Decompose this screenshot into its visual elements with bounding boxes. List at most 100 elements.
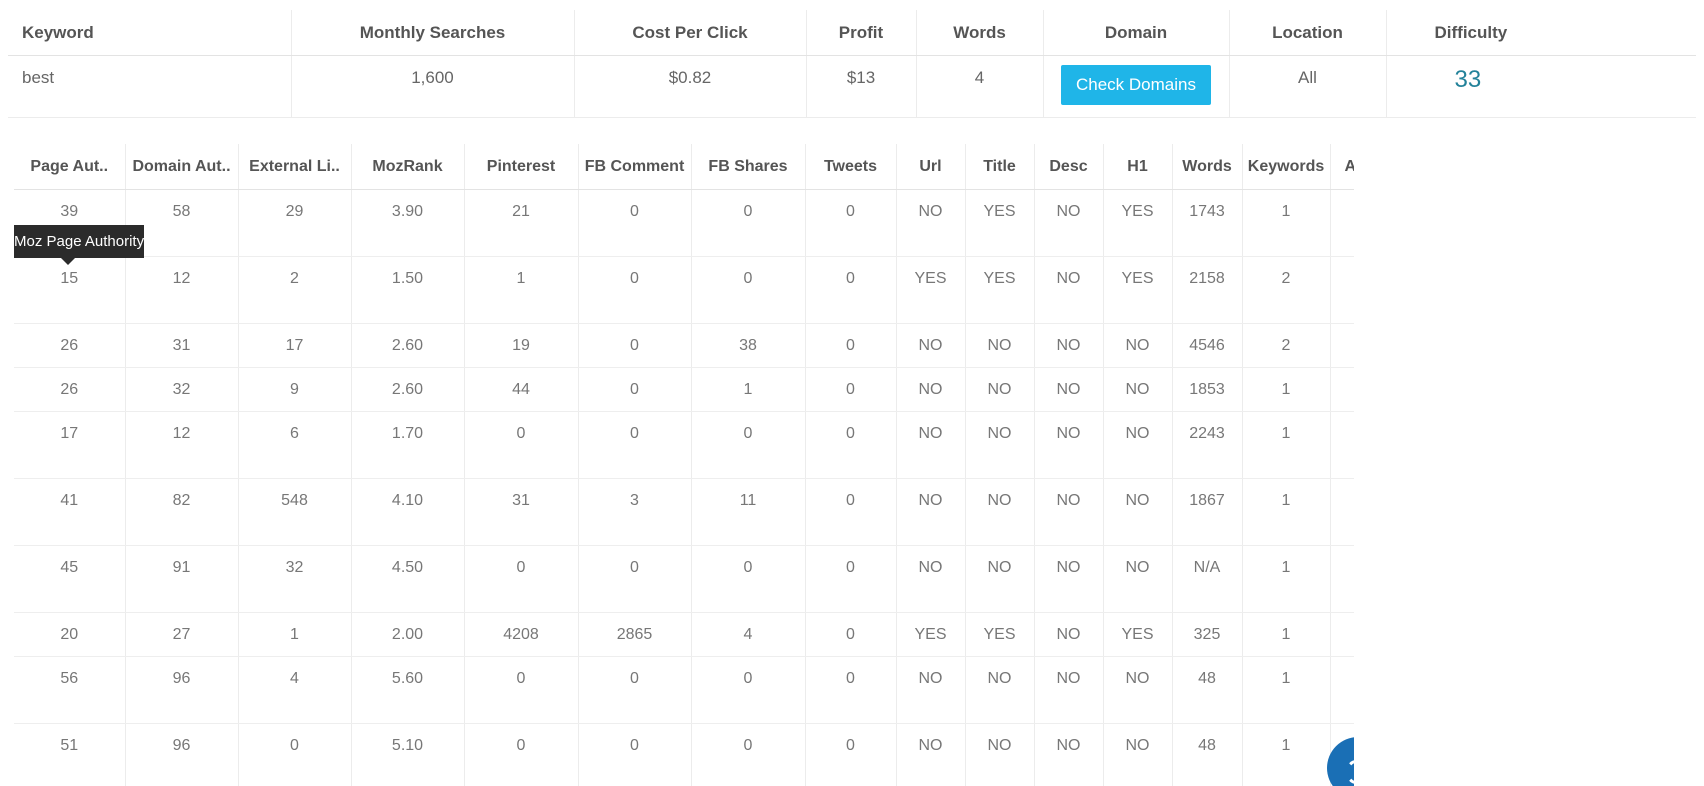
results-cell-desc: NO bbox=[1033, 367, 1103, 412]
header-difficulty: Difficulty bbox=[1385, 10, 1696, 56]
results-header-words[interactable]: Words bbox=[1171, 144, 1242, 190]
results-header-desc[interactable]: Desc bbox=[1033, 144, 1103, 190]
results-cell-external-li: 17 bbox=[237, 323, 351, 368]
results-cell-external-li: 548 bbox=[237, 478, 351, 546]
amp-status-cell: ✖ bbox=[1329, 612, 1354, 657]
results-cell-page-aut: 26 bbox=[14, 323, 125, 368]
results-cell-fb-shares: 0 bbox=[690, 656, 805, 724]
chat-glyph-icon bbox=[1346, 760, 1366, 784]
results-header-mozrank[interactable]: MozRank bbox=[350, 144, 464, 190]
results-header-domain-aut[interactable]: Domain Aut.. bbox=[124, 144, 238, 190]
amp-status-cell: ✖ bbox=[1329, 411, 1354, 479]
results-cell-title: NO bbox=[964, 478, 1034, 546]
results-cell-tweets: 0 bbox=[804, 323, 896, 368]
results-cell-title: YES bbox=[964, 189, 1034, 257]
results-cell-fb-shares: 0 bbox=[690, 545, 805, 613]
cost-per-click-value: $0.82 bbox=[573, 55, 806, 118]
amp-status-cell: ✖ bbox=[1329, 256, 1354, 324]
results-cell-tweets: 0 bbox=[804, 612, 896, 657]
results-cell-h1: YES bbox=[1102, 189, 1172, 257]
results-cell-external-li: 32 bbox=[237, 545, 351, 613]
results-cell-page-aut: 45 bbox=[14, 545, 125, 613]
results-cell-title: NO bbox=[964, 323, 1034, 368]
results-row: 41825484.10313110NONONONO18671✖ bbox=[14, 478, 1354, 546]
results-cell-title: NO bbox=[964, 723, 1034, 786]
results-header-fb-comment[interactable]: FB Comment bbox=[577, 144, 691, 190]
results-cell-words: 48 bbox=[1171, 723, 1242, 786]
results-cell-external-li: 29 bbox=[237, 189, 351, 257]
results-cell-fb-comment: 0 bbox=[577, 411, 691, 479]
results-cell-tweets: 0 bbox=[804, 256, 896, 324]
results-cell-keywords: 1 bbox=[1241, 723, 1330, 786]
difficulty-cell: 33 bbox=[1385, 55, 1696, 118]
results-cell-domain-aut: 31 bbox=[124, 323, 238, 368]
results-header-keywords[interactable]: Keywords bbox=[1241, 144, 1330, 190]
results-cell-title: NO bbox=[964, 411, 1034, 479]
results-cell-keywords: 1 bbox=[1241, 367, 1330, 412]
results-cell-mozrank: 2.60 bbox=[350, 323, 464, 368]
results-cell-fb-comment: 0 bbox=[577, 323, 691, 368]
header-words: Words bbox=[915, 10, 1043, 56]
results-cell-mozrank: 4.50 bbox=[350, 545, 464, 613]
results-header-url[interactable]: Url bbox=[895, 144, 965, 190]
results-cell-url: NO bbox=[895, 411, 965, 479]
results-cell-external-li: 9 bbox=[237, 367, 351, 412]
results-cell-url: NO bbox=[895, 656, 965, 724]
results-header-external-li[interactable]: External Li.. bbox=[237, 144, 351, 190]
results-cell-url: YES bbox=[895, 256, 965, 324]
keyword-summary-table: Keyword Monthly Searches Cost Per Click … bbox=[8, 10, 1696, 118]
results-cell-h1: NO bbox=[1102, 723, 1172, 786]
results-cell-fb-comment: 0 bbox=[577, 723, 691, 786]
results-header-tweets[interactable]: Tweets bbox=[804, 144, 896, 190]
results-cell-tweets: 0 bbox=[804, 545, 896, 613]
results-cell-desc: NO bbox=[1033, 656, 1103, 724]
results-cell-domain-aut: 96 bbox=[124, 656, 238, 724]
page-right-blank-area bbox=[1354, 700, 1704, 786]
amp-status-cell: ✖ bbox=[1329, 656, 1354, 724]
results-header-pinterest[interactable]: Pinterest bbox=[463, 144, 578, 190]
results-cell-mozrank: 1.50 bbox=[350, 256, 464, 324]
results-cell-keywords: 1 bbox=[1241, 545, 1330, 613]
header-domain: Domain bbox=[1042, 10, 1229, 56]
results-row: 171261.700000NONONONO22431✖ bbox=[14, 411, 1354, 479]
results-cell-keywords: 1 bbox=[1241, 612, 1330, 657]
results-cell-keywords: 1 bbox=[1241, 189, 1330, 257]
location-value: All bbox=[1228, 55, 1386, 118]
results-cell-domain-aut: 96 bbox=[124, 723, 238, 786]
results-cell-url: NO bbox=[895, 367, 965, 412]
amp-status-cell: ✖ bbox=[1329, 189, 1354, 257]
results-cell-fb-comment: 2865 bbox=[577, 612, 691, 657]
words-value: 4 bbox=[915, 55, 1043, 118]
results-cell-pinterest: 1 bbox=[463, 256, 578, 324]
results-cell-url: NO bbox=[895, 478, 965, 546]
results-header-amp[interactable]: AMP bbox=[1329, 144, 1354, 190]
results-header-page-aut[interactable]: Page Aut.. bbox=[14, 144, 125, 190]
results-cell-pinterest: 0 bbox=[463, 545, 578, 613]
results-cell-page-aut: 17 bbox=[14, 411, 125, 479]
results-header-title[interactable]: Title bbox=[964, 144, 1034, 190]
results-row: 4591324.500000NONONONON/A1✖ bbox=[14, 545, 1354, 613]
check-domains-button[interactable]: Check Domains bbox=[1061, 65, 1211, 105]
results-cell-desc: NO bbox=[1033, 478, 1103, 546]
results-header-h1[interactable]: H1 bbox=[1102, 144, 1172, 190]
results-cell-title: NO bbox=[964, 367, 1034, 412]
results-header-fb-shares[interactable]: FB Shares bbox=[690, 144, 805, 190]
results-table-container[interactable]: Page Aut.. Domain Aut.. External Li.. MozRa… bbox=[14, 144, 1354, 786]
results-body: 3958293.9021000NOYESNOYES17431✖151221.50… bbox=[14, 189, 1354, 786]
domain-cell: Check Domains bbox=[1042, 55, 1229, 118]
results-cell-keywords: 2 bbox=[1241, 323, 1330, 368]
results-cell-h1: NO bbox=[1102, 411, 1172, 479]
results-cell-h1: NO bbox=[1102, 323, 1172, 368]
results-cell-title: NO bbox=[964, 656, 1034, 724]
results-cell-external-li: 2 bbox=[237, 256, 351, 324]
results-cell-fb-shares: 0 bbox=[690, 411, 805, 479]
results-cell-words: 2243 bbox=[1171, 411, 1242, 479]
results-cell-tweets: 0 bbox=[804, 656, 896, 724]
results-cell-mozrank: 1.70 bbox=[350, 411, 464, 479]
results-cell-tweets: 0 bbox=[804, 189, 896, 257]
difficulty-value[interactable]: 33 bbox=[1455, 66, 1482, 93]
results-cell-words: 1853 bbox=[1171, 367, 1242, 412]
results-cell-desc: NO bbox=[1033, 545, 1103, 613]
results-cell-fb-comment: 0 bbox=[577, 367, 691, 412]
results-cell-desc: NO bbox=[1033, 323, 1103, 368]
